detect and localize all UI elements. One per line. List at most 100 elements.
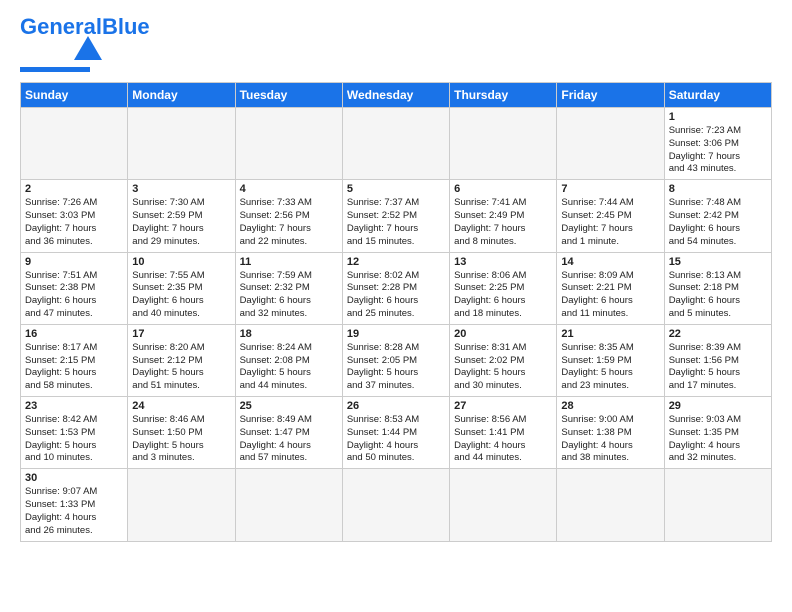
calendar-cell: 25Sunrise: 8:49 AM Sunset: 1:47 PM Dayli…	[235, 397, 342, 469]
calendar-cell: 2 Sunrise: 7:26 AM Sunset: 3:03 PM Daylig…	[21, 180, 128, 252]
calendar-cell: 16Sunrise: 8:17 AM Sunset: 2:15 PM Dayli…	[21, 324, 128, 396]
calendar-cell: 1 Sunrise: 7:23 AM Sunset: 3:06 PM Daylig…	[664, 108, 771, 180]
calendar-cell	[342, 469, 449, 541]
calendar-cell: 15 Sunrise: 8:13 AM Sunset: 2:18 PM Dayli…	[664, 252, 771, 324]
day-info: Sunrise: 7:41 AM Sunset: 2:49 PM Dayligh…	[454, 197, 552, 248]
calendar-cell	[128, 108, 235, 180]
weekday-row: SundayMondayTuesdayWednesdayThursdayFrid…	[21, 83, 772, 108]
day-info: Sunrise: 8:46 AM Sunset: 1:50 PM Dayligh…	[132, 414, 230, 465]
calendar-cell: 20 Sunrise: 8:31 AM Sunset: 2:02 PM Dayli…	[450, 324, 557, 396]
header: GeneralBlue	[20, 16, 772, 72]
day-number: 29	[669, 400, 767, 412]
day-number: 4	[240, 183, 338, 195]
day-number: 22	[669, 328, 767, 340]
calendar-cell	[128, 469, 235, 541]
day-number: 1	[669, 111, 767, 123]
calendar-week-1: 1 Sunrise: 7:23 AM Sunset: 3:06 PM Daylig…	[21, 108, 772, 180]
calendar-cell: 18 Sunrise: 8:24 AM Sunset: 2:08 PM Dayli…	[235, 324, 342, 396]
day-info: Sunrise: 7:48 AM Sunset: 2:42 PM Dayligh…	[669, 197, 767, 248]
calendar-header: SundayMondayTuesdayWednesdayThursdayFrid…	[21, 83, 772, 108]
logo-bar	[20, 67, 90, 72]
page: GeneralBlue SundayMondayTuesdayWednesday…	[0, 0, 792, 552]
logo-triangle-icon	[74, 36, 102, 60]
weekday-header-saturday: Saturday	[664, 83, 771, 108]
calendar-cell: 12Sunrise: 8:02 AM Sunset: 2:28 PM Dayli…	[342, 252, 449, 324]
day-info: Sunrise: 7:26 AM Sunset: 3:03 PM Dayligh…	[25, 197, 123, 248]
day-number: 14	[561, 256, 659, 268]
day-number: 13	[454, 256, 552, 268]
day-info: Sunrise: 7:55 AM Sunset: 2:35 PM Dayligh…	[132, 270, 230, 321]
day-number: 15	[669, 256, 767, 268]
calendar-cell: 10Sunrise: 7:55 AM Sunset: 2:35 PM Dayli…	[128, 252, 235, 324]
day-number: 17	[132, 328, 230, 340]
day-number: 26	[347, 400, 445, 412]
calendar-cell: 8 Sunrise: 7:48 AM Sunset: 2:42 PM Daylig…	[664, 180, 771, 252]
calendar-cell: 21Sunrise: 8:35 AM Sunset: 1:59 PM Dayli…	[557, 324, 664, 396]
day-info: Sunrise: 8:24 AM Sunset: 2:08 PM Dayligh…	[240, 342, 338, 393]
weekday-header-monday: Monday	[128, 83, 235, 108]
day-info: Sunrise: 8:13 AM Sunset: 2:18 PM Dayligh…	[669, 270, 767, 321]
day-info: Sunrise: 8:02 AM Sunset: 2:28 PM Dayligh…	[347, 270, 445, 321]
day-number: 3	[132, 183, 230, 195]
weekday-header-wednesday: Wednesday	[342, 83, 449, 108]
weekday-header-tuesday: Tuesday	[235, 83, 342, 108]
day-number: 9	[25, 256, 123, 268]
calendar-cell	[235, 469, 342, 541]
day-info: Sunrise: 7:51 AM Sunset: 2:38 PM Dayligh…	[25, 270, 123, 321]
calendar-cell: 26Sunrise: 8:53 AM Sunset: 1:44 PM Dayli…	[342, 397, 449, 469]
calendar-cell: 30Sunrise: 9:07 AM Sunset: 1:33 PM Dayli…	[21, 469, 128, 541]
day-number: 20	[454, 328, 552, 340]
calendar-cell: 6 Sunrise: 7:41 AM Sunset: 2:49 PM Daylig…	[450, 180, 557, 252]
day-number: 21	[561, 328, 659, 340]
day-info: Sunrise: 7:23 AM Sunset: 3:06 PM Dayligh…	[669, 125, 767, 176]
day-number: 23	[25, 400, 123, 412]
calendar-cell	[450, 108, 557, 180]
day-info: Sunrise: 8:49 AM Sunset: 1:47 PM Dayligh…	[240, 414, 338, 465]
calendar-cell	[21, 108, 128, 180]
day-info: Sunrise: 7:44 AM Sunset: 2:45 PM Dayligh…	[561, 197, 659, 248]
day-number: 5	[347, 183, 445, 195]
calendar-cell	[664, 469, 771, 541]
day-number: 18	[240, 328, 338, 340]
calendar-cell: 7 Sunrise: 7:44 AM Sunset: 2:45 PM Daylig…	[557, 180, 664, 252]
day-info: Sunrise: 8:06 AM Sunset: 2:25 PM Dayligh…	[454, 270, 552, 321]
calendar-cell: 17Sunrise: 8:20 AM Sunset: 2:12 PM Dayli…	[128, 324, 235, 396]
day-info: Sunrise: 9:00 AM Sunset: 1:38 PM Dayligh…	[561, 414, 659, 465]
day-info: Sunrise: 8:39 AM Sunset: 1:56 PM Dayligh…	[669, 342, 767, 393]
calendar-body: 1 Sunrise: 7:23 AM Sunset: 3:06 PM Daylig…	[21, 108, 772, 542]
calendar-cell: 11Sunrise: 7:59 AM Sunset: 2:32 PM Dayli…	[235, 252, 342, 324]
calendar-cell: 27Sunrise: 8:56 AM Sunset: 1:41 PM Dayli…	[450, 397, 557, 469]
day-number: 24	[132, 400, 230, 412]
calendar-cell: 4Sunrise: 7:33 AM Sunset: 2:56 PM Daylig…	[235, 180, 342, 252]
weekday-header-thursday: Thursday	[450, 83, 557, 108]
calendar-cell: 22 Sunrise: 8:39 AM Sunset: 1:56 PM Dayli…	[664, 324, 771, 396]
day-number: 6	[454, 183, 552, 195]
day-number: 27	[454, 400, 552, 412]
day-number: 7	[561, 183, 659, 195]
day-info: Sunrise: 7:59 AM Sunset: 2:32 PM Dayligh…	[240, 270, 338, 321]
calendar-table: SundayMondayTuesdayWednesdayThursdayFrid…	[20, 82, 772, 542]
day-info: Sunrise: 7:30 AM Sunset: 2:59 PM Dayligh…	[132, 197, 230, 248]
day-number: 30	[25, 472, 123, 484]
day-number: 2	[25, 183, 123, 195]
calendar-cell: 29Sunrise: 9:03 AM Sunset: 1:35 PM Dayli…	[664, 397, 771, 469]
day-info: Sunrise: 8:42 AM Sunset: 1:53 PM Dayligh…	[25, 414, 123, 465]
calendar-cell: 9 Sunrise: 7:51 AM Sunset: 2:38 PM Daylig…	[21, 252, 128, 324]
calendar-cell: 13 Sunrise: 8:06 AM Sunset: 2:25 PM Dayli…	[450, 252, 557, 324]
day-info: Sunrise: 8:31 AM Sunset: 2:02 PM Dayligh…	[454, 342, 552, 393]
day-info: Sunrise: 7:37 AM Sunset: 2:52 PM Dayligh…	[347, 197, 445, 248]
calendar-cell: 24 Sunrise: 8:46 AM Sunset: 1:50 PM Dayli…	[128, 397, 235, 469]
calendar-week-2: 2 Sunrise: 7:26 AM Sunset: 3:03 PM Daylig…	[21, 180, 772, 252]
calendar-cell	[235, 108, 342, 180]
calendar-cell: 23 Sunrise: 8:42 AM Sunset: 1:53 PM Dayli…	[21, 397, 128, 469]
day-number: 8	[669, 183, 767, 195]
logo-blue: Blue	[102, 14, 150, 39]
calendar-cell	[557, 108, 664, 180]
day-number: 16	[25, 328, 123, 340]
calendar-week-6: 30Sunrise: 9:07 AM Sunset: 1:33 PM Dayli…	[21, 469, 772, 541]
day-info: Sunrise: 8:28 AM Sunset: 2:05 PM Dayligh…	[347, 342, 445, 393]
calendar-week-5: 23 Sunrise: 8:42 AM Sunset: 1:53 PM Dayli…	[21, 397, 772, 469]
day-number: 19	[347, 328, 445, 340]
weekday-header-sunday: Sunday	[21, 83, 128, 108]
day-info: Sunrise: 8:09 AM Sunset: 2:21 PM Dayligh…	[561, 270, 659, 321]
